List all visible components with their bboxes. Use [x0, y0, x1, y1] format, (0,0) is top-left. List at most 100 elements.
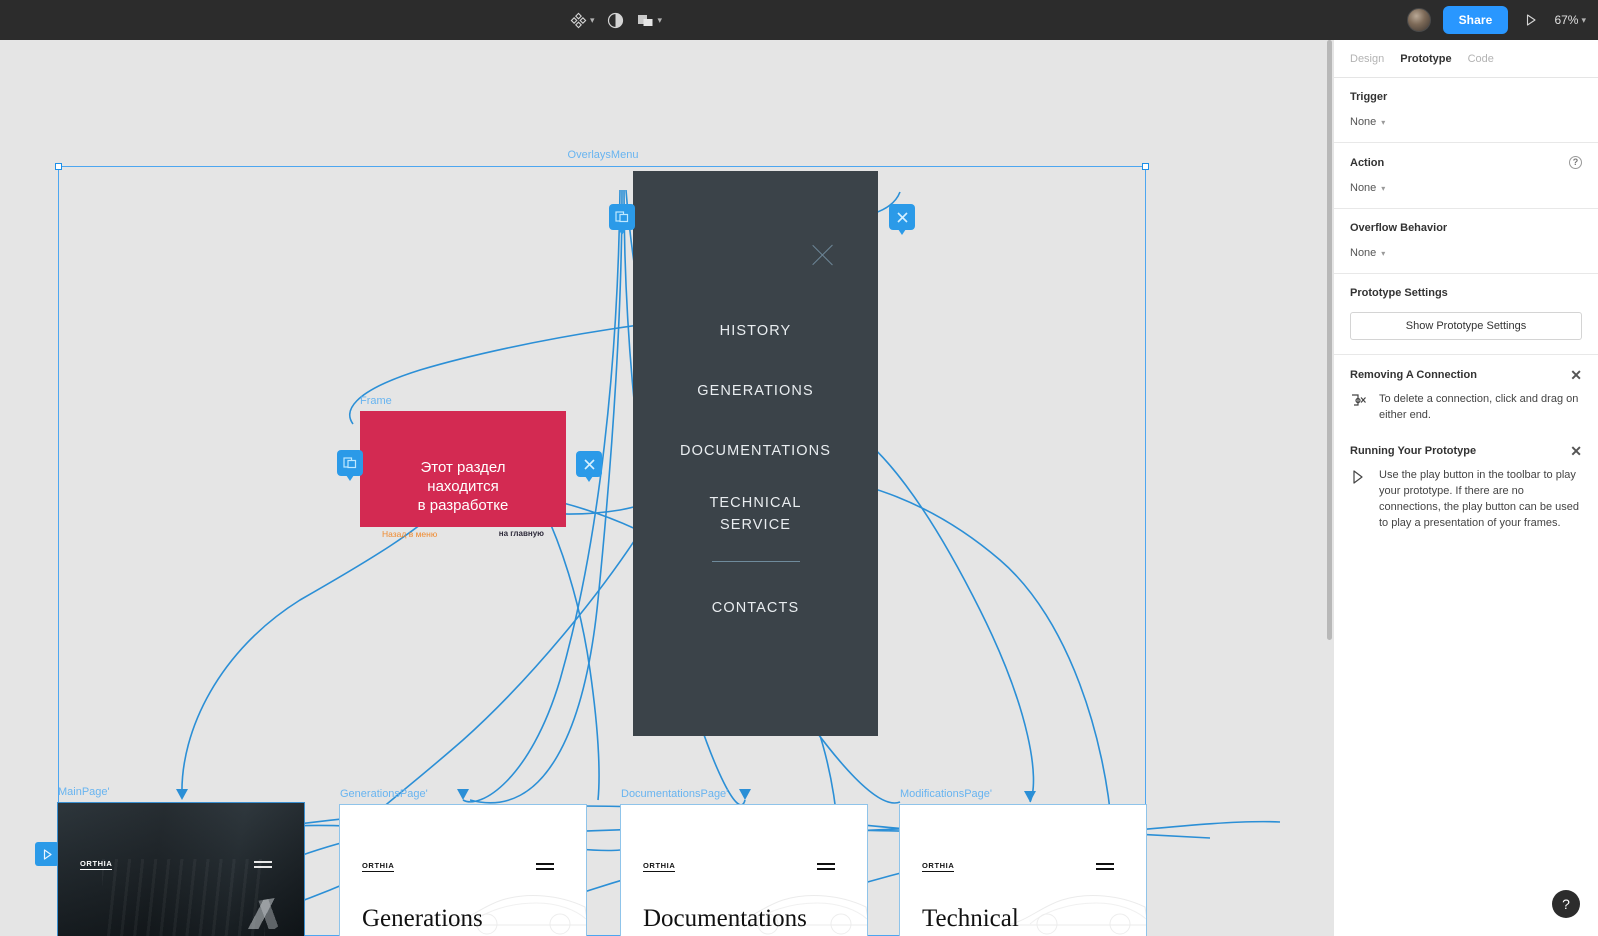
hamburger-menu-icon[interactable] — [254, 861, 272, 870]
chevron-down-icon: ▾ — [1381, 183, 1386, 193]
hamburger-menu-icon[interactable] — [817, 863, 835, 872]
zoom-control[interactable]: 67% ▾ — [1554, 13, 1586, 27]
section-trigger: Trigger None ▾ — [1334, 78, 1598, 143]
toolbar-right-group: Share 67% ▾ — [1406, 0, 1586, 40]
link-to-home[interactable]: на главную — [499, 529, 544, 539]
hamburger-menu-icon[interactable] — [536, 863, 554, 872]
zoom-level-label: 67% — [1554, 13, 1579, 27]
hamburger-menu-icon[interactable] — [1096, 863, 1114, 872]
frame-label-generationspage: GenerationsPage' — [340, 788, 428, 800]
close-icon[interactable]: ✕ — [1570, 444, 1582, 458]
frame-label-modificationspage: ModificationsPage' — [900, 788, 992, 800]
tip-running-prototype: Running Your Prototype ✕ Use the play bu… — [1334, 426, 1598, 534]
overflow-dropdown[interactable]: None ▾ — [1350, 247, 1582, 259]
shape-icon — [637, 14, 653, 26]
tab-prototype[interactable]: Prototype — [1400, 53, 1451, 65]
figma-app-window: ▾ ▾ Share 67% ▾ OverlaysMenu HISTORY GEN… — [0, 0, 1598, 936]
brand-logo: ORTHIA — [362, 861, 395, 872]
trigger-value: None — [1350, 116, 1377, 128]
section-prototype-settings: Prototype Settings Show Prototype Settin… — [1334, 274, 1598, 355]
page-title: Technical — [922, 905, 1019, 932]
shape-tool-button[interactable]: ▾ — [631, 4, 668, 36]
dev-frame-close-pin[interactable] — [576, 451, 602, 482]
dev-frame-links: Назад в меню на главную — [360, 529, 566, 539]
panel-scrollbar[interactable] — [1327, 40, 1332, 640]
tip-text: Use the play button in the toolbar to pl… — [1379, 468, 1579, 529]
page-frame-modificationspage[interactable]: ORTHIA Technical — [899, 804, 1147, 936]
section-overflow-behavior: Overflow Behavior None ▾ — [1334, 209, 1598, 274]
share-button[interactable]: Share — [1442, 6, 1509, 34]
avatar[interactable] — [1406, 8, 1431, 32]
selection-handle-tl[interactable] — [55, 163, 62, 170]
overflow-value: None — [1350, 247, 1377, 259]
tip-body: To delete a connection, click and drag o… — [1350, 392, 1582, 424]
show-prototype-settings-button[interactable]: Show Prototype Settings — [1350, 312, 1582, 340]
menu-item-technical-line2: SERVICE — [719, 517, 792, 533]
in-development-frame[interactable]: Этот раздел находится в разработке — [360, 411, 566, 527]
section-action: Action ? None ▾ — [1334, 143, 1598, 209]
trigger-title: Trigger — [1350, 91, 1388, 103]
move-tool-button[interactable]: ▾ — [565, 4, 600, 36]
overlays-menu-frame[interactable]: HISTORY GENERATIONS DOCUMENTATIONS TECHN… — [633, 171, 878, 736]
page-title: Generations — [362, 905, 483, 932]
play-icon — [43, 848, 52, 860]
dev-message-line2: находится — [427, 478, 499, 496]
frame-label-dev: Frame — [360, 395, 392, 407]
dev-message-line1: Этот раздел — [420, 459, 506, 476]
close-overlay-icon — [583, 458, 595, 470]
top-toolbar: ▾ ▾ Share 67% ▾ — [0, 0, 1598, 40]
page-frame-mainpage[interactable]: ORTHIA — [57, 802, 305, 936]
link-back-to-menu[interactable]: Назад в меню — [382, 529, 437, 539]
selection-handle-tr[interactable] — [1142, 163, 1149, 170]
chevron-down-icon: ▾ — [1381, 248, 1386, 258]
connection-delete-icon — [1350, 392, 1368, 424]
move-tool-icon — [570, 12, 587, 28]
page-frame-generationspage[interactable]: ORTHIA Generations — [339, 804, 587, 936]
dev-message-line3: в разработке — [417, 497, 509, 515]
tip-removing-connection: Removing A Connection ✕ To delete a conn… — [1334, 355, 1598, 426]
chevron-down-icon: ▾ — [1381, 117, 1386, 127]
dev-frame-open-pin[interactable] — [337, 450, 363, 481]
tip-header: Running Your Prototype ✕ — [1350, 444, 1582, 458]
prototype-settings-title: Prototype Settings — [1350, 287, 1448, 299]
menu-item-generations[interactable]: GENERATIONS — [633, 381, 878, 403]
help-icon[interactable]: ? — [1569, 156, 1582, 169]
menu-item-technical-line1: TECHNICAL — [709, 495, 802, 512]
menu-item-documentations[interactable]: DOCUMENTATIONS — [633, 441, 878, 463]
close-x-icon[interactable] — [808, 241, 836, 269]
menu-item-technical-service[interactable]: TECHNICAL SERVICE — [633, 493, 878, 537]
action-value: None — [1350, 182, 1377, 194]
chevron-down-icon: ▾ — [1581, 14, 1586, 25]
brand-logo: ORTHIA — [80, 859, 113, 870]
trigger-dropdown[interactable]: None ▾ — [1350, 116, 1582, 128]
menu-item-list: HISTORY GENERATIONS DOCUMENTATIONS TECHN… — [633, 321, 878, 620]
chevron-down-icon: ▾ — [657, 14, 663, 25]
action-dropdown[interactable]: None ▾ — [1350, 182, 1582, 194]
close-overlay-icon — [896, 211, 908, 223]
canvas-area[interactable]: OverlaysMenu HISTORY GENERATIONS DOCUMEN… — [0, 40, 1333, 936]
menu-item-contacts[interactable]: CONTACTS — [633, 598, 878, 620]
action-title: Action — [1350, 156, 1385, 169]
present-button[interactable] — [1520, 9, 1542, 31]
tip-header: Removing A Connection ✕ — [1350, 368, 1582, 382]
right-properties-panel: Design Prototype Code Trigger None ▾ Act… — [1327, 40, 1598, 936]
tab-design[interactable]: Design — [1350, 53, 1384, 65]
mask-icon — [607, 12, 623, 28]
overlay-open-pin[interactable] — [609, 204, 635, 235]
menu-item-history[interactable]: HISTORY — [633, 321, 878, 343]
tab-code[interactable]: Code — [1468, 53, 1494, 65]
page-frame-documentationspage[interactable]: ORTHIA Documentations — [620, 804, 868, 936]
page-title: Documentations — [643, 905, 807, 932]
chevron-down-icon: ▾ — [590, 14, 595, 25]
overflow-title: Overflow Behavior — [1350, 222, 1448, 234]
help-button[interactable]: ? — [1552, 890, 1580, 918]
tip-text: To delete a connection, click and drag o… — [1379, 393, 1579, 421]
close-icon[interactable]: ✕ — [1570, 368, 1582, 382]
open-overlay-icon — [343, 457, 357, 469]
panel-tab-bar: Design Prototype Code — [1334, 40, 1598, 78]
mask-tool-button[interactable] — [602, 4, 629, 36]
flow-start-badge[interactable] — [35, 842, 59, 866]
play-icon — [1527, 14, 1536, 26]
brand-logo: ORTHIA — [643, 861, 676, 872]
overlay-close-pin[interactable] — [889, 204, 915, 235]
